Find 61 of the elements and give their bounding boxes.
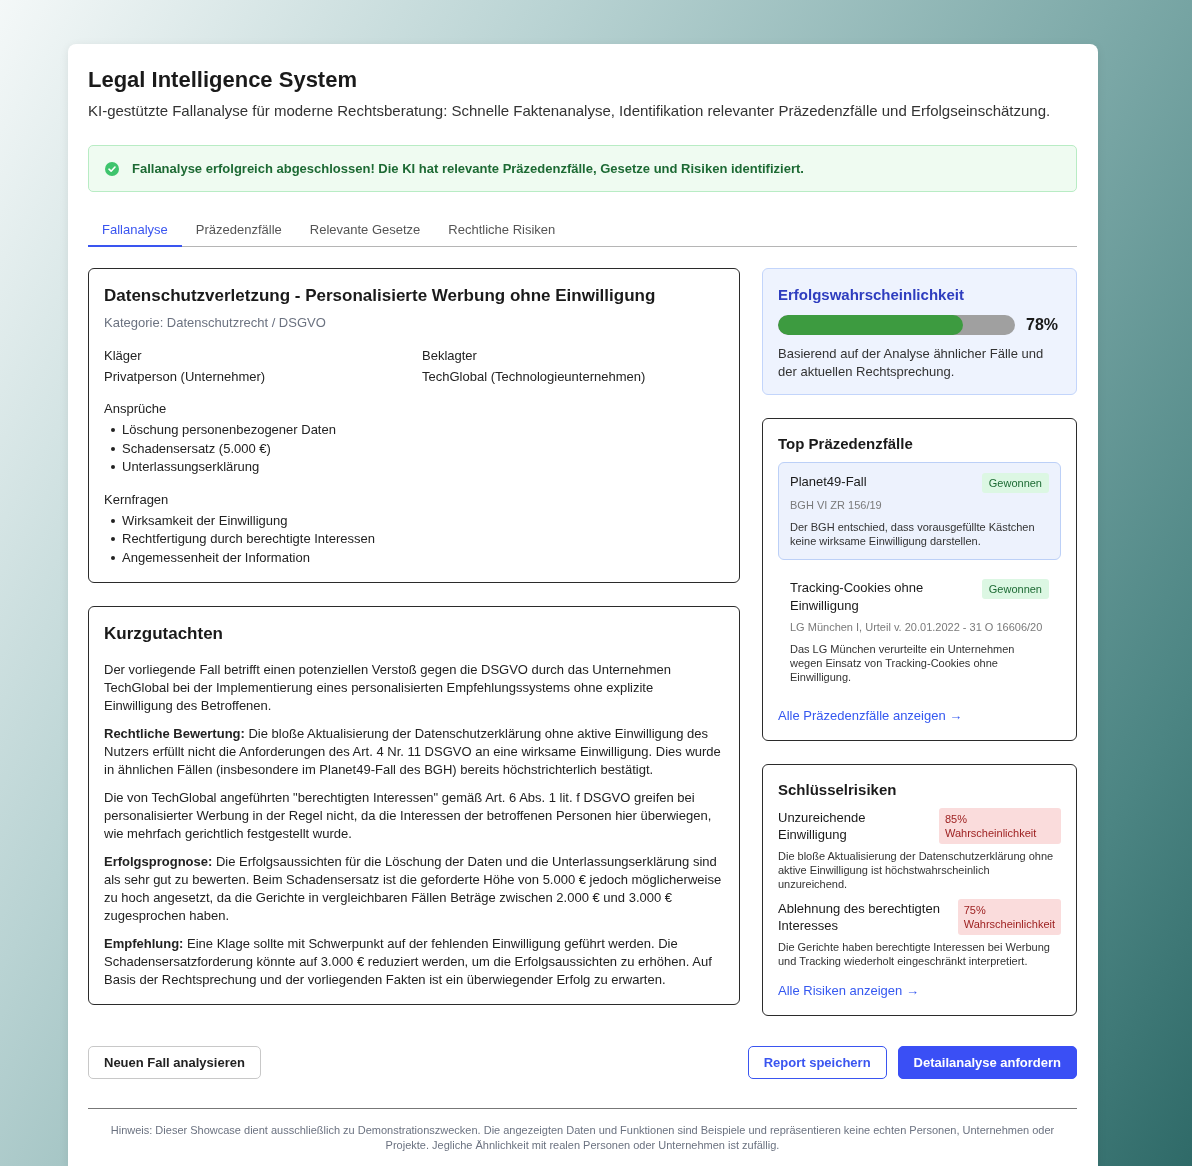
risk-name: Unzureichende Einwilligung <box>778 809 867 843</box>
alert-message: Fallanalyse erfolgreich abgeschlossen! Die KI hat relevante Präzedenzfälle, Gesetze und Risiken identifiziert. <box>132 160 804 177</box>
probability-note: Basierend auf der Analyse ähnlicher Fälle und der aktuellen Rechtsprechung. <box>778 345 1045 381</box>
tab[interactable]: Rechtliche Risiken <box>434 214 570 247</box>
list-heading: Ansprüche <box>104 400 168 418</box>
party-label: Beklagter <box>422 347 478 365</box>
opinion-paragraph: Empfehlung: Eine Klage sollte mit Schwerpunkt auf der fehlenden Einwilligung geführt werden. Die Schadensersatzforderung könnte auf 3.000 € reduziert werden, um die Erfolgsaussichten zu erhöhen. Auf Basis der Rechtsprechung und der vorliegenden Fakten ist ein überwiegender Erfolg zu erwarten. <box>104 935 713 989</box>
status-badge: Gewonnen <box>981 579 1049 599</box>
disclaimer-note: Hinweis: Dieser Showcase dient ausschließlich zu Demonstrationszwecken. Die angezeigten Daten und Funktionen sind Beispiele und repräsentieren keine echten Personen, Unternehmen oder Projekte. Jegliche Ähnlichkeit mit realen Personen oder Unternehmen ist zufällig. <box>109 1123 1056 1153</box>
case-category: Kategorie: Datenschutzrecht / DSGVO <box>104 314 327 332</box>
case-title: Datenschutzverletzung - Personalisierte Werbung ohne Einwilligung <box>104 285 657 307</box>
action-button[interactable]: Report speichern <box>747 1046 887 1079</box>
precedent-item[interactable]: Planet49-Fall Gewonnen BGH VI ZR 156/19 Der BGH entschied, dass vorausgefüllte Kästchen keine wirksame Einwilligung darstellen. <box>778 462 1061 560</box>
status-badge: Gewonnen <box>981 473 1049 493</box>
list-item: Unterlassungserklärung <box>122 458 260 476</box>
bullet-icon <box>111 465 115 470</box>
precedent-item[interactable]: Tracking-Cookies ohne Einwilligung Gewonnen LG München I, Urteil v. 20.01.2022 - 31 O 16606/20 Das LG München verurteilte ein Unternehmen wegen Einsatz von Tracking-Cookies ohne Einwilligung. <box>778 568 1061 696</box>
precedent-name: Tracking-Cookies ohne Einwilligung <box>790 579 925 615</box>
risk-description: Die Gerichte haben berechtigte Interessen bei Werbung und Tracking wiederholt eingeschränkt interpretiert. <box>778 940 1051 968</box>
tab[interactable]: Relevante Gesetze <box>295 214 435 247</box>
app-subtitle: KI-gestützte Fallanalyse für moderne Rechtsberatung: Schnelle Faktenanalyse, Identifikation relevanter Präzedenzfälle und Erfolgseinschätzung. <box>88 101 1052 121</box>
probability-badge: 75% Wahrscheinlichkeit <box>957 899 1061 935</box>
view-all-link[interactable]: Alle Risiken anzeigen → <box>778 982 919 1000</box>
case-reference: BGH VI ZR 156/19 <box>790 498 883 513</box>
list-item: Schadensersatz (5.000 €) <box>122 439 271 458</box>
card-title: Erfolgswahrscheinlichkeit <box>778 285 965 305</box>
risk-description: Die bloße Aktualisierung der Datenschutzerklärung ohne aktive Einwilligung ist höchstwahrscheinlich unzureichend. <box>778 849 1055 891</box>
party-value: Privatperson (Unternehmer) <box>104 368 267 386</box>
check-circle-icon <box>105 161 119 176</box>
list-item: Angemessenheit der Information <box>122 548 310 567</box>
bullet-icon <box>111 555 115 560</box>
opinion-paragraph: Der vorliegende Fall betrifft einen potenziellen Verstoß gegen die DSGVO durch das Unternehmen TechGlobal bei der Implementierung eines personalisierten Empfehlungssystems ohne explizite Einwilligung des Betroffenen. <box>104 661 673 715</box>
probability-badge: 85% Wahrscheinlichkeit <box>939 808 1061 844</box>
list-heading: Kernfragen <box>104 490 170 509</box>
list-item: Rechtfertigung durch berechtigte Interessen <box>122 530 375 548</box>
bullet-icon <box>111 446 115 451</box>
opinion-paragraph: Die von TechGlobal angeführten "berechtigten Interessen" gemäß Art. 6 Abs. 1 lit. f DSGVO greifen bei personalisierter Werbung in der Regel nicht, da die Interessen der betroffenen Personen hier überwiegen, wie mehrfach gerichtlich festgestellt wurde. <box>104 789 713 843</box>
card-title: Kurzgutachten <box>104 623 224 645</box>
list-item: Wirksamkeit der Einwilligung <box>122 511 288 530</box>
tab[interactable]: Präzedenzfälle <box>181 214 296 247</box>
precedent-name: Planet49-Fall <box>790 473 867 491</box>
view-all-link[interactable]: Alle Präzedenzfälle anzeigen → <box>778 707 963 725</box>
progress-reading: 78% <box>1026 315 1059 335</box>
party-label: Kläger <box>104 347 143 365</box>
bullet-icon <box>111 518 115 523</box>
action-button[interactable]: Neuen Fall analysieren <box>88 1046 261 1079</box>
card-title: Top Präzedenzfälle <box>778 434 914 454</box>
action-button[interactable]: Detailanalyse anfordern <box>897 1046 1077 1079</box>
app-title: Legal Intelligence System <box>88 66 358 94</box>
list-item: Löschung personenbezogener Daten <box>122 421 336 439</box>
card-title: Schlüsselrisiken <box>778 780 898 800</box>
party-value: TechGlobal (Technologieunternehmen) <box>422 368 647 386</box>
bullet-icon <box>111 428 115 433</box>
opinion-paragraph: Rechtliche Bewertung: Die bloße Aktualisierung der Datenschutzerklärung ohne aktive Einwilligung des Nutzers erfüllt nicht die Anforderungen des Art. 4 Nr. 11 DSGVO an eine wirksame Einwilligung. Dies wurde in ähnlichen Fällen (insbesondere im Planet49-Fall des BGH) bereits höchstrichterlich bestätigt. <box>104 725 722 779</box>
risk-name: Ablehnung des berechtigten Interesses <box>778 900 941 934</box>
opinion-paragraph: Erfolgsprognose: Die Erfolgsaussichten für die Löschung der Daten und die Unterlassungserklärung sind als sehr gut zu bewerten. Beim Schadensersatz ist die geforderte Höhe von 5.000 € jedoch möglicherweise zu hoch angesetzt, da die Gerichte in vergleichbaren Fällen Beträge zwischen 2.000 € und 3.000 € zugesprochen haben. <box>104 853 723 925</box>
case-summary: Der BGH entschied, dass vorausgefüllte Kästchen keine wirksame Einwilligung darstellen. <box>790 520 1036 548</box>
case-reference: LG München I, Urteil v. 20.01.2022 - 31 O 16606/20 <box>790 620 1044 635</box>
case-summary: Das LG München verurteilte ein Unternehmen wegen Einsatz von Tracking-Cookies ohne Einwilligung. <box>790 642 1016 684</box>
bullet-icon <box>111 537 115 542</box>
tab[interactable]: Fallanalyse <box>88 214 182 247</box>
